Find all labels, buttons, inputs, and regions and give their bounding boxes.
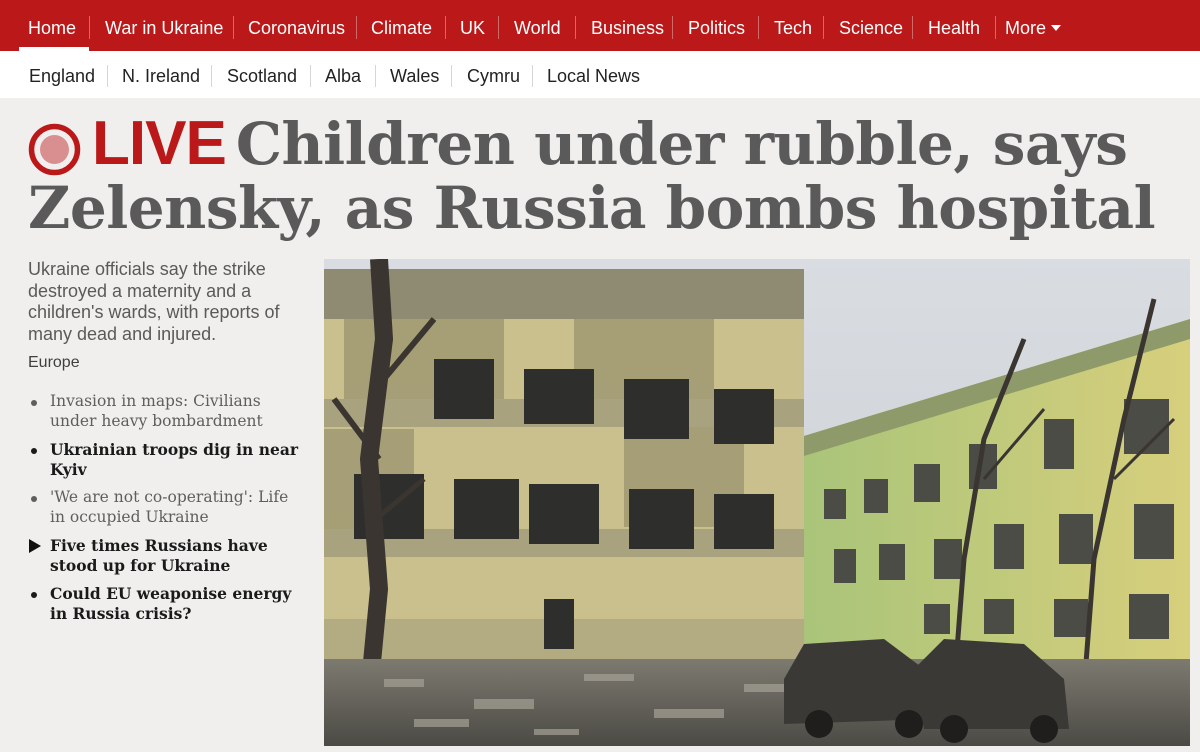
subnav-divider (310, 65, 311, 87)
nav-war-in-ukraine[interactable]: War in Ukraine (105, 0, 223, 51)
nav-uk[interactable]: UK (460, 0, 485, 51)
nav-divider (995, 16, 996, 39)
related-story-item[interactable]: Five times Russians have stood up for Uk… (28, 536, 308, 575)
nav-world[interactable]: World (514, 0, 561, 51)
related-story-item[interactable]: 'We are not co-operating': Life in occup… (28, 488, 308, 527)
related-stories: Invasion in maps: Civilians under heavy … (28, 392, 308, 632)
related-story-item[interactable]: Could EU weaponise energy in Russia cris… (28, 584, 308, 623)
regional-navigation: England N. Ireland Scotland Alba Wales C… (0, 51, 1200, 98)
subnav-local-news[interactable]: Local News (547, 51, 640, 98)
top-navigation: Home War in Ukraine Coronavirus Climate … (0, 0, 1200, 51)
nav-health[interactable]: Health (928, 0, 980, 51)
related-story-title: Could EU weaponise energy in Russia cris… (50, 584, 292, 623)
nav-science[interactable]: Science (839, 0, 903, 51)
subnav-n-ireland[interactable]: N. Ireland (122, 51, 200, 98)
related-story-title: Ukrainian troops dig in near Kyiv (50, 440, 299, 479)
nav-divider (672, 16, 673, 39)
subnav-cymru[interactable]: Cymru (467, 51, 520, 98)
caret-down-icon (1051, 25, 1062, 31)
page-title[interactable]: LIVE Children under rubble, says Zelensky… (28, 109, 1198, 241)
related-story-item[interactable]: Invasion in maps: Civilians under heavy … (28, 392, 308, 431)
play-icon (29, 539, 41, 553)
nav-divider (233, 16, 234, 39)
nav-business[interactable]: Business (591, 0, 664, 51)
bombed-hospital-photo (324, 259, 1190, 746)
nav-more[interactable]: More (1005, 0, 1062, 51)
lead-story-image[interactable] (324, 259, 1190, 746)
nav-climate[interactable]: Climate (371, 0, 432, 51)
nav-divider (445, 16, 446, 39)
story-summary: Ukraine officials say the strike destroy… (28, 259, 280, 344)
related-story-title: Invasion in maps: Civilians under heavy … (50, 392, 263, 430)
bullet-icon (31, 448, 37, 454)
nav-divider (498, 16, 499, 39)
subnav-scotland[interactable]: Scotland (227, 51, 297, 98)
subnav-divider (532, 65, 533, 87)
subnav-divider (107, 65, 108, 87)
nav-divider (758, 16, 759, 39)
subnav-divider (451, 65, 452, 87)
nav-tech[interactable]: Tech (774, 0, 812, 51)
bullet-icon (31, 400, 37, 406)
subnav-divider (375, 65, 376, 87)
nav-divider (912, 16, 913, 39)
bullet-icon (31, 496, 37, 502)
nav-home[interactable]: Home (28, 0, 76, 51)
nav-coronavirus[interactable]: Coronavirus (248, 0, 345, 51)
nav-more-label: More (1005, 18, 1047, 38)
topic-tag[interactable]: Europe (28, 354, 80, 372)
bullet-icon (31, 592, 37, 598)
related-story-item[interactable]: Ukrainian troops dig in near Kyiv (28, 440, 308, 479)
subnav-wales[interactable]: Wales (390, 51, 439, 98)
related-story-title: Five times Russians have stood up for Uk… (50, 536, 268, 575)
nav-politics[interactable]: Politics (688, 0, 745, 51)
nav-divider (823, 16, 824, 39)
nav-divider (356, 16, 357, 39)
subnav-england[interactable]: England (29, 51, 95, 98)
nav-divider (89, 16, 90, 39)
nav-divider (575, 16, 576, 39)
related-story-title: 'We are not co-operating': Life in occup… (50, 488, 289, 526)
subnav-alba[interactable]: Alba (325, 51, 361, 98)
subnav-divider (211, 65, 212, 87)
live-label: LIVE (92, 109, 227, 178)
